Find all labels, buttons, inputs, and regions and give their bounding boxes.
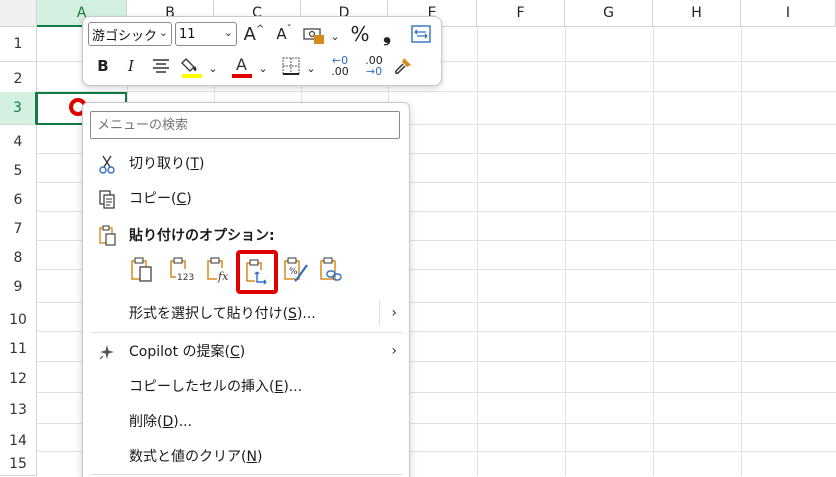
copy-icon xyxy=(97,189,117,209)
number-format-button[interactable] xyxy=(301,24,327,46)
align-center-icon xyxy=(153,59,169,73)
font-name-dropdown[interactable]: 游ゴシック ⌄ xyxy=(88,22,172,46)
scissors-icon xyxy=(97,154,117,174)
paste-transpose-icon xyxy=(246,259,268,285)
bold-icon: B xyxy=(97,57,109,75)
row-header-12[interactable]: 12 xyxy=(0,362,37,397)
decrease-decimal-button[interactable]: .00 →0 xyxy=(359,54,389,80)
paste-link-icon xyxy=(320,257,342,281)
wrap-text-button[interactable] xyxy=(409,23,433,45)
paste-link-button[interactable] xyxy=(317,255,347,285)
paste-formulas-icon: fx xyxy=(207,257,231,283)
font-name-value: 游ゴシック xyxy=(92,28,158,44)
chevron-down-icon[interactable]: ⌄ xyxy=(329,27,341,45)
fill-color-button[interactable] xyxy=(179,54,205,80)
increase-decimal-icon: .00 xyxy=(331,65,349,78)
arrow-right-icon: →0 xyxy=(365,65,383,78)
svg-text:%: % xyxy=(289,267,298,277)
comma-style-button[interactable]: ❟ xyxy=(379,22,395,46)
menu-item-label: Copilot の提案(C) xyxy=(129,344,246,360)
menu-item-delete[interactable]: 削除(D)... xyxy=(83,404,409,438)
svg-text:123: 123 xyxy=(177,273,194,283)
bold-button[interactable]: B xyxy=(93,54,113,78)
italic-button[interactable]: I xyxy=(121,54,141,78)
mini-toolbar: 游ゴシック ⌄ 11 ⌄ A ^ Aˇ ⌄ % ❟ B I ⌄ A ⌄ ⌄ ←0… xyxy=(82,16,442,86)
grow-font-icon: A xyxy=(243,23,256,45)
borders-button[interactable] xyxy=(279,55,303,77)
align-center-button[interactable] xyxy=(149,55,173,77)
row-header-13[interactable]: 13 xyxy=(0,393,37,428)
chevron-down-icon: ⌄ xyxy=(158,26,168,39)
grow-font-button[interactable]: A ^ xyxy=(243,22,265,46)
menu-item-paste-special[interactable]: 形式を選択して貼り付け(S)... › xyxy=(83,296,409,330)
chevron-down-icon: ⌄ xyxy=(223,26,233,39)
menu-item-label: コピーしたセルの挿入(E)... xyxy=(129,379,303,395)
chevron-down-icon[interactable]: ⌄ xyxy=(305,59,317,77)
row-header-3[interactable]: 3 xyxy=(0,92,37,125)
shrink-font-button[interactable]: Aˇ xyxy=(273,22,295,46)
accounting-format-icon xyxy=(303,28,324,44)
fill-color-icon xyxy=(181,58,202,78)
borders-icon xyxy=(282,57,300,75)
font-size-dropdown[interactable]: 11 ⌄ xyxy=(175,22,237,46)
sparkle-icon xyxy=(97,342,117,362)
paste-icon xyxy=(131,257,152,282)
italic-icon: I xyxy=(128,57,134,75)
menu-item-label: 数式と値のクリア(N) xyxy=(129,449,263,465)
menu-item-copy[interactable]: コピー(C) xyxy=(83,181,409,215)
menu-item-clear-contents[interactable]: 数式と値のクリア(N) xyxy=(83,439,409,473)
paste-options-label: 貼り付けのオプション: xyxy=(129,228,275,244)
menu-item-label: 削除(D)... xyxy=(129,414,193,430)
menu-item-cut[interactable]: 切り取り(T) xyxy=(83,146,409,180)
percent-style-button[interactable]: % xyxy=(349,22,371,46)
paste-button[interactable] xyxy=(127,255,157,285)
shrink-font-icon: A xyxy=(276,25,287,43)
row-header-15[interactable]: 15 xyxy=(0,452,37,476)
menu-item-label: 切り取り(T) xyxy=(129,156,205,172)
context-menu: 切り取り(T) コピー(C) 貼り付けのオプション: 123 fx % 形式を選… xyxy=(82,102,410,477)
menu-item-insert-copied-cells[interactable]: コピーしたセルの挿入(E)... xyxy=(83,369,409,403)
comma-icon: ❟ xyxy=(383,22,391,46)
row-header-1[interactable]: 1 xyxy=(0,27,37,62)
chevron-right-icon: › xyxy=(391,305,397,321)
font-color-button[interactable]: A xyxy=(229,54,255,80)
format-painter-button[interactable] xyxy=(391,54,415,78)
paste-options-header: 貼り付けのオプション: xyxy=(83,218,409,252)
clipboard-icon xyxy=(97,225,117,246)
percent-icon: % xyxy=(350,22,370,46)
menu-item-copilot[interactable]: Copilot の提案(C) › xyxy=(83,334,409,368)
font-size-value: 11 xyxy=(179,26,196,42)
select-all-corner[interactable] xyxy=(0,0,37,27)
increase-decimal-button[interactable]: ←0 .00 xyxy=(325,54,355,80)
column-header-f[interactable]: F xyxy=(477,0,565,27)
paste-formatting-icon: % xyxy=(284,257,308,282)
chevron-right-icon: › xyxy=(391,343,397,359)
menu-search-input[interactable] xyxy=(90,111,400,139)
wrap-text-icon xyxy=(411,25,431,43)
format-painter-icon xyxy=(395,58,411,74)
paste-values-button[interactable]: 123 xyxy=(167,255,197,285)
paste-transpose-button[interactable] xyxy=(236,250,278,294)
column-header-h[interactable]: H xyxy=(653,0,741,27)
font-color-icon: A xyxy=(236,55,247,74)
column-header-g[interactable]: G xyxy=(565,0,653,27)
column-header-i[interactable]: I xyxy=(741,0,836,27)
chevron-down-icon[interactable]: ⌄ xyxy=(257,59,269,77)
paste-values-icon: 123 xyxy=(170,257,194,283)
menu-item-label: 形式を選択して貼り付け(S)... xyxy=(129,306,316,322)
row-header-9[interactable]: 9 xyxy=(0,270,37,305)
chevron-down-icon[interactable]: ⌄ xyxy=(207,59,219,77)
paste-formulas-button[interactable]: fx xyxy=(204,255,234,285)
menu-item-label: コピー(C) xyxy=(129,191,192,207)
paste-formatting-button[interactable]: % xyxy=(281,255,311,285)
svg-text:fx: fx xyxy=(217,270,229,283)
